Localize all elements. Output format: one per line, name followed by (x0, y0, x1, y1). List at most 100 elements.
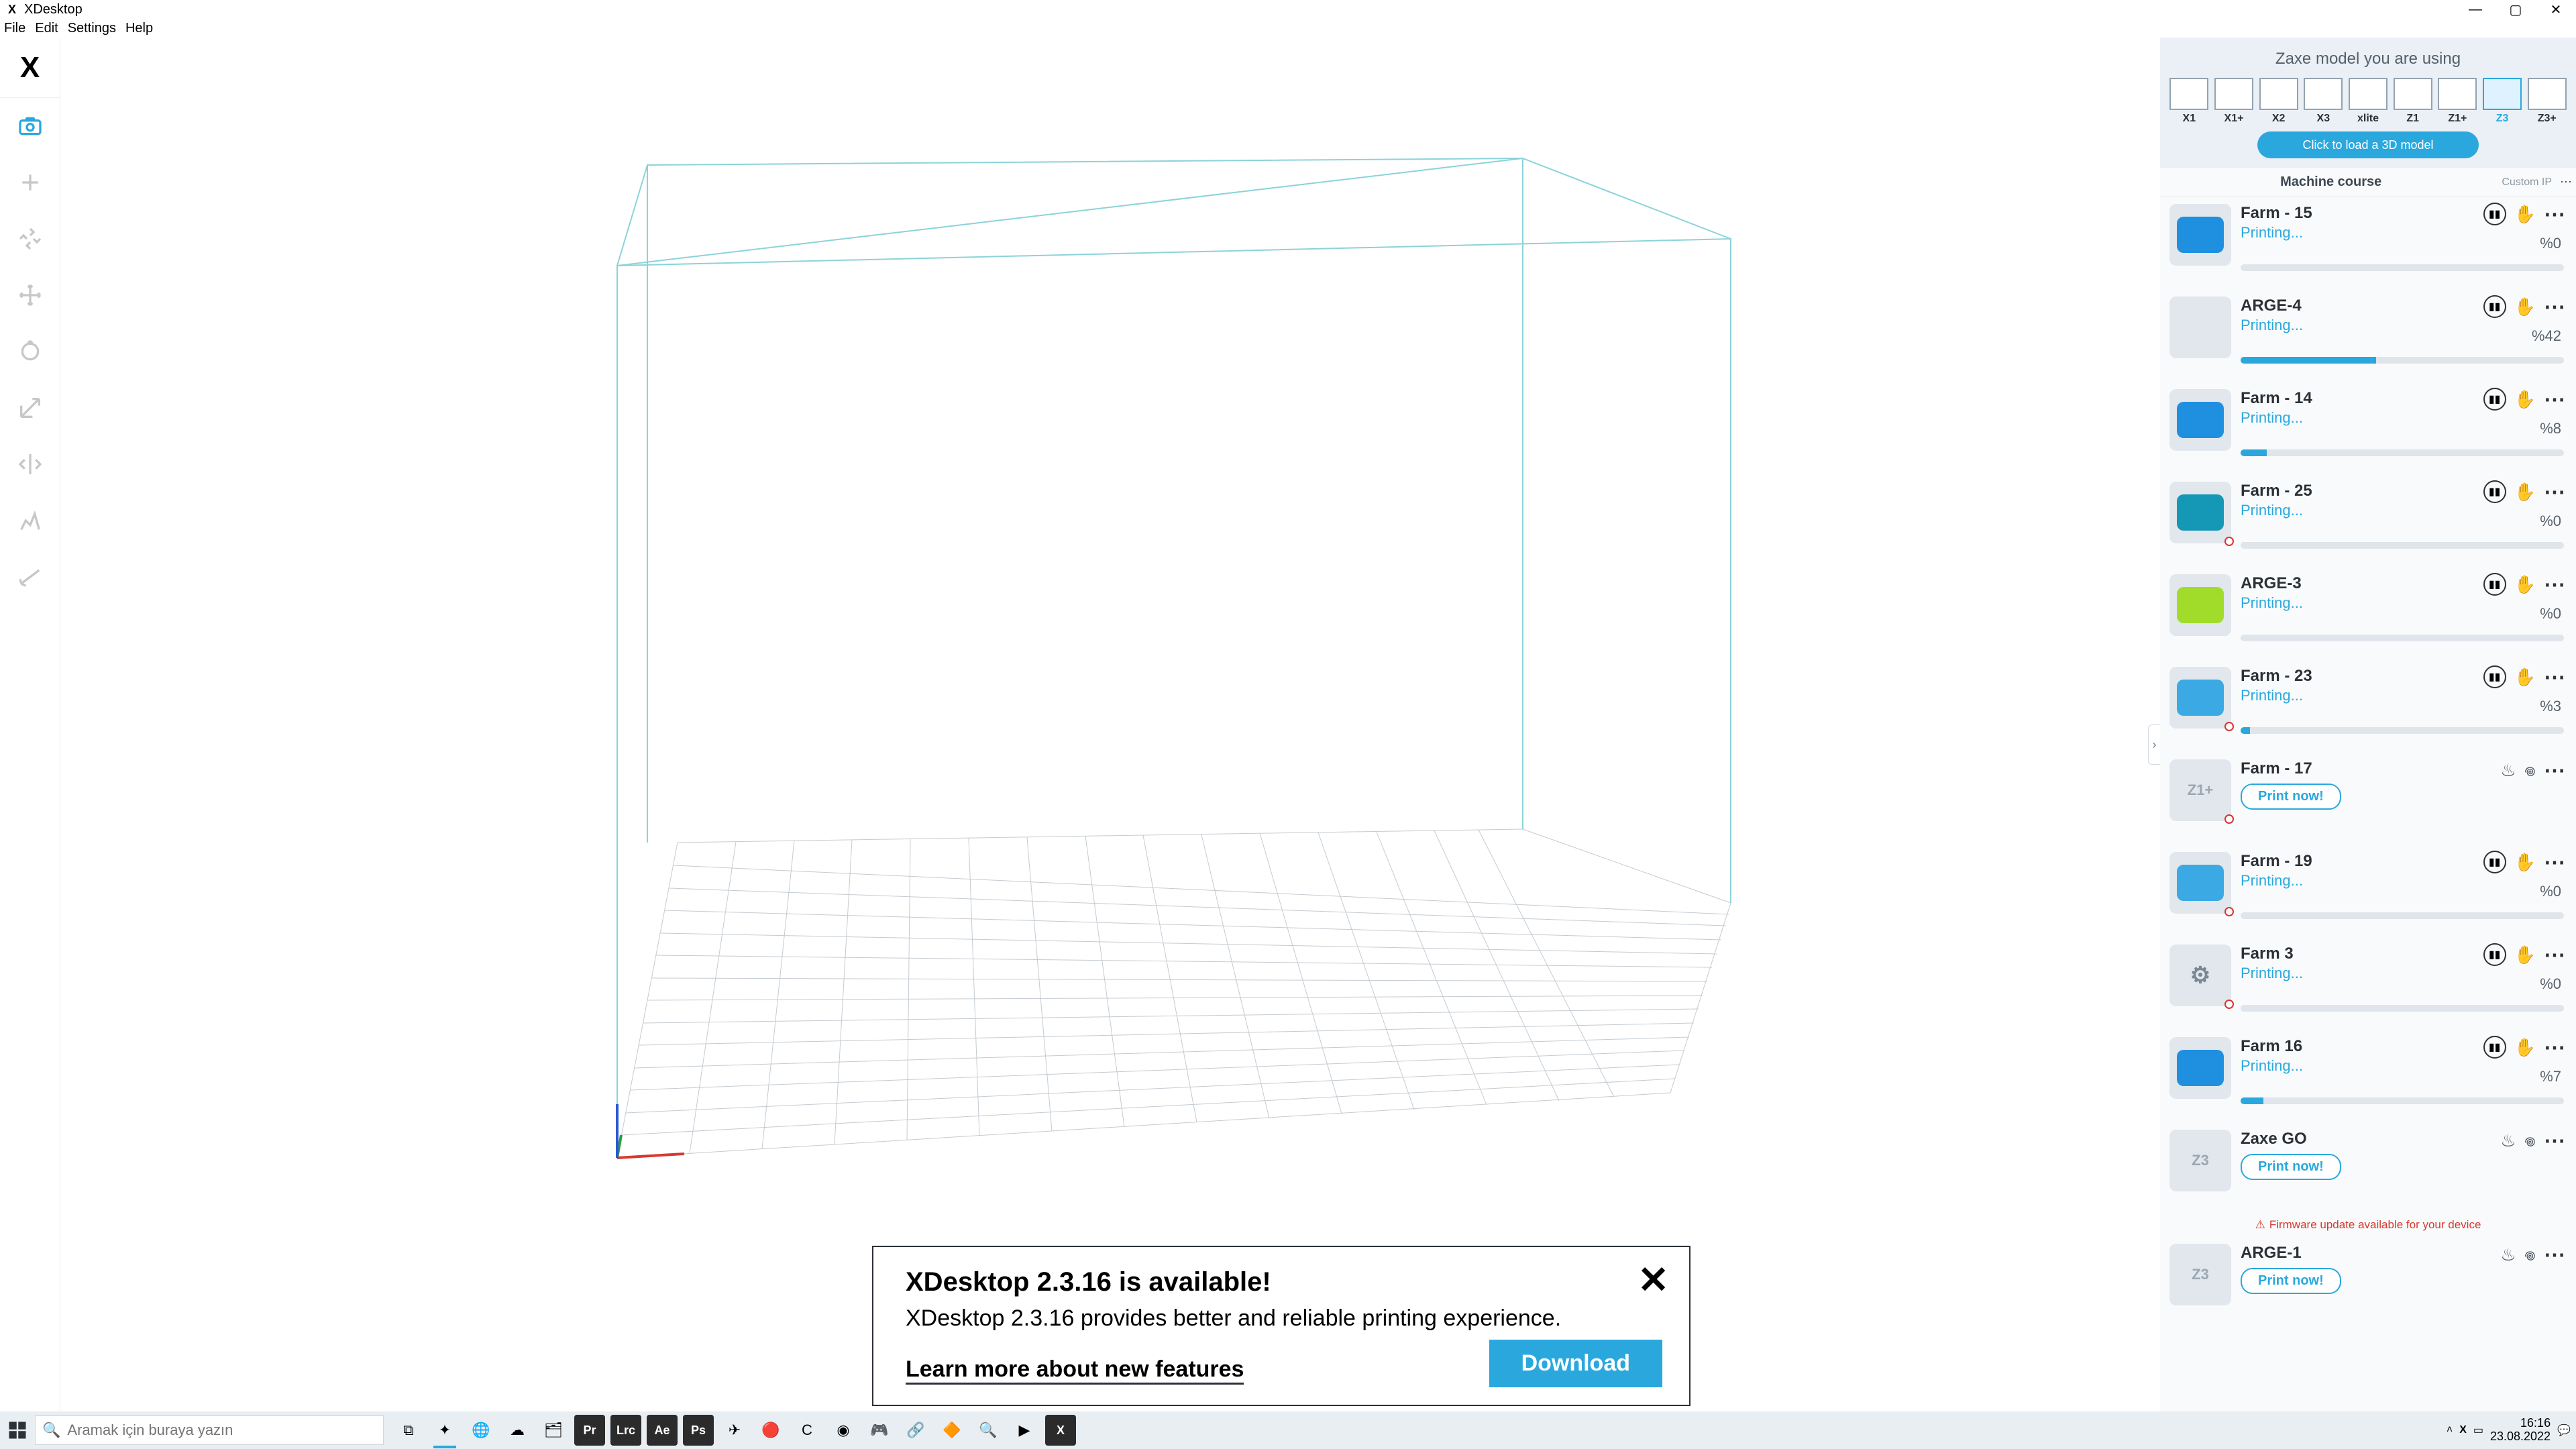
pause-icon[interactable]: ▮▮ (2483, 295, 2506, 318)
minimize-button[interactable]: — (2455, 0, 2496, 19)
taskbar-search[interactable]: 🔍 (35, 1415, 384, 1445)
machine-row[interactable]: Farm - 14Printing...%8▮▮✋⋯ (2160, 382, 2576, 475)
taskbar-icon-pr[interactable]: Pr (574, 1415, 605, 1446)
tool-orient[interactable] (0, 211, 60, 267)
machine-more-icon[interactable]: ⋯ (2544, 1136, 2567, 1144)
stop-icon[interactable]: ✋ (2514, 389, 2536, 410)
tool-slice[interactable] (0, 549, 60, 605)
tool-camera[interactable] (0, 98, 60, 154)
machine-row[interactable]: Z1+Farm - 17Print now!♨𖦹⋯ (2160, 753, 2576, 845)
model-option-x1[interactable]: X1 (2169, 78, 2209, 125)
pause-icon[interactable]: ▮▮ (2483, 1036, 2506, 1059)
search-input[interactable] (67, 1421, 383, 1439)
tool-rotate[interactable] (0, 323, 60, 380)
taskbar-icon-opera[interactable]: 🔴 (755, 1415, 786, 1446)
close-button[interactable]: ✕ (2536, 0, 2576, 19)
machine-more-icon[interactable]: ⋯ (2544, 303, 2567, 311)
heat-icon[interactable]: ♨ (2500, 1130, 2516, 1151)
load-model-button[interactable]: Click to load a 3D model (2257, 131, 2479, 158)
taskbar-icon-ps[interactable]: Ps (683, 1415, 714, 1446)
pause-icon[interactable]: ▮▮ (2483, 480, 2506, 503)
pause-icon[interactable]: ▮▮ (2483, 203, 2506, 225)
machine-row[interactable]: Farm - 15Printing...%0▮▮✋⋯ (2160, 197, 2576, 290)
machine-row[interactable]: Z3ARGE-1Print now!♨𖦹⋯ (2160, 1237, 2576, 1330)
tool-analyze[interactable] (0, 492, 60, 549)
pause-icon[interactable]: ▮▮ (2483, 573, 2506, 596)
menu-edit[interactable]: Edit (35, 21, 58, 36)
taskbar-icon-edge[interactable]: C (792, 1415, 822, 1446)
taskbar-icon-onedrive[interactable]: ☁ (502, 1415, 533, 1446)
tray-app-icon[interactable]: X (2459, 1424, 2467, 1436)
machine-row[interactable]: ⚙Farm 3Printing...%0▮▮✋⋯ (2160, 938, 2576, 1030)
pause-icon[interactable]: ▮▮ (2483, 851, 2506, 873)
taskbar-icon-discord[interactable]: 🎮 (864, 1415, 895, 1446)
tool-scale[interactable] (0, 380, 60, 436)
taskbar-icon-explorer[interactable]: 🗂 (538, 1415, 569, 1446)
machine-row[interactable]: Farm 16Printing...%7▮▮✋⋯ (2160, 1030, 2576, 1123)
machine-row[interactable]: Farm - 25Printing...%0▮▮✋⋯ (2160, 475, 2576, 568)
taskbar-icon-lrc[interactable]: Lrc (610, 1415, 641, 1446)
toast-learn-link[interactable]: Learn more about new features (906, 1356, 1244, 1385)
tool-mirror[interactable] (0, 436, 60, 492)
print-now-button[interactable]: Print now! (2241, 784, 2341, 810)
viewport-3d[interactable] (60, 38, 2160, 1411)
model-option-x1+[interactable]: X1+ (2214, 78, 2254, 125)
taskbar-icon-telegram[interactable]: ✈ (719, 1415, 750, 1446)
stop-icon[interactable]: ✋ (2514, 204, 2536, 225)
machine-more-icon[interactable]: ⋯ (2544, 210, 2567, 218)
model-option-z1[interactable]: Z1 (2393, 78, 2432, 125)
taskbar-icon-multi[interactable]: ✦ (429, 1415, 460, 1446)
machine-row[interactable]: Z3Zaxe GOPrint now!♨𖦹⋯ (2160, 1123, 2576, 1216)
machine-row[interactable]: ARGE-4Printing...%42▮▮✋⋯ (2160, 290, 2576, 382)
tray-clock[interactable]: 16:16 23.08.2022 (2490, 1417, 2551, 1444)
pause-icon[interactable]: ▮▮ (2483, 665, 2506, 688)
tool-add[interactable] (0, 154, 60, 211)
taskbar-icon-ae[interactable]: Ae (647, 1415, 678, 1446)
stop-icon[interactable]: ✋ (2514, 297, 2536, 317)
stop-icon[interactable]: ✋ (2514, 574, 2536, 595)
machine-more-icon[interactable]: ⋯ (2544, 488, 2567, 496)
model-option-z1+[interactable]: Z1+ (2438, 78, 2477, 125)
taskbar-icon-xdesktop[interactable]: X (1045, 1415, 1076, 1446)
taskbar-icon-potplayer[interactable]: ▶ (1009, 1415, 1040, 1446)
heat-icon[interactable]: ♨ (2500, 760, 2516, 781)
tray-chevron-icon[interactable]: ˄ (2447, 1424, 2453, 1436)
taskbar-icon-teamviewer[interactable]: 🔗 (900, 1415, 931, 1446)
fan-icon[interactable]: 𖦹 (2524, 1242, 2536, 1267)
stop-icon[interactable]: ✋ (2514, 1037, 2536, 1058)
stop-icon[interactable]: ✋ (2514, 482, 2536, 502)
taskbar-icon-task-view[interactable]: ⧉ (393, 1415, 424, 1446)
model-option-z3+[interactable]: Z3+ (2527, 78, 2567, 125)
firmware-warning[interactable]: ⚠Firmware update available for your devi… (2160, 1216, 2576, 1237)
taskbar-icon-chrome[interactable]: 🌐 (466, 1415, 496, 1446)
machine-more-icon[interactable]: ⋯ (2544, 673, 2567, 681)
toast-close-button[interactable]: ✕ (1638, 1258, 1669, 1302)
start-button[interactable] (3, 1415, 32, 1445)
panel-collapse-button[interactable]: › (2148, 724, 2160, 765)
tray-ime-icon[interactable]: ▭ (2473, 1424, 2483, 1437)
machine-more-icon[interactable]: ⋯ (2544, 1043, 2567, 1051)
pause-icon[interactable]: ▮▮ (2483, 388, 2506, 411)
print-now-button[interactable]: Print now! (2241, 1154, 2341, 1180)
machine-more-icon[interactable]: ⋯ (2544, 951, 2567, 959)
stop-icon[interactable]: ✋ (2514, 667, 2536, 688)
maximize-button[interactable]: ▢ (2496, 0, 2536, 19)
print-now-button[interactable]: Print now! (2241, 1268, 2341, 1294)
taskbar-icon-everything[interactable]: 🔍 (973, 1415, 1004, 1446)
menu-file[interactable]: File (4, 21, 25, 36)
stop-icon[interactable]: ✋ (2514, 852, 2536, 873)
machine-more-icon[interactable]: ⋯ (2544, 580, 2567, 588)
taskbar-icon-edge2[interactable]: ◉ (828, 1415, 859, 1446)
heat-icon[interactable]: ♨ (2500, 1244, 2516, 1265)
stop-icon[interactable]: ✋ (2514, 945, 2536, 965)
model-option-x3[interactable]: X3 (2304, 78, 2343, 125)
tool-move[interactable] (0, 267, 60, 323)
custom-ip-link[interactable]: Custom IP (2502, 176, 2556, 189)
tray-notifications-icon[interactable]: 💬 (2557, 1424, 2571, 1437)
fan-icon[interactable]: 𖦹 (2524, 758, 2536, 782)
machine-more-icon[interactable]: ⋯ (2544, 766, 2567, 774)
course-more-icon[interactable]: ⋯ (2556, 175, 2576, 189)
menu-help[interactable]: Help (125, 21, 153, 36)
toast-download-button[interactable]: Download (1489, 1340, 1662, 1387)
model-option-z3[interactable]: Z3 (2483, 78, 2522, 125)
